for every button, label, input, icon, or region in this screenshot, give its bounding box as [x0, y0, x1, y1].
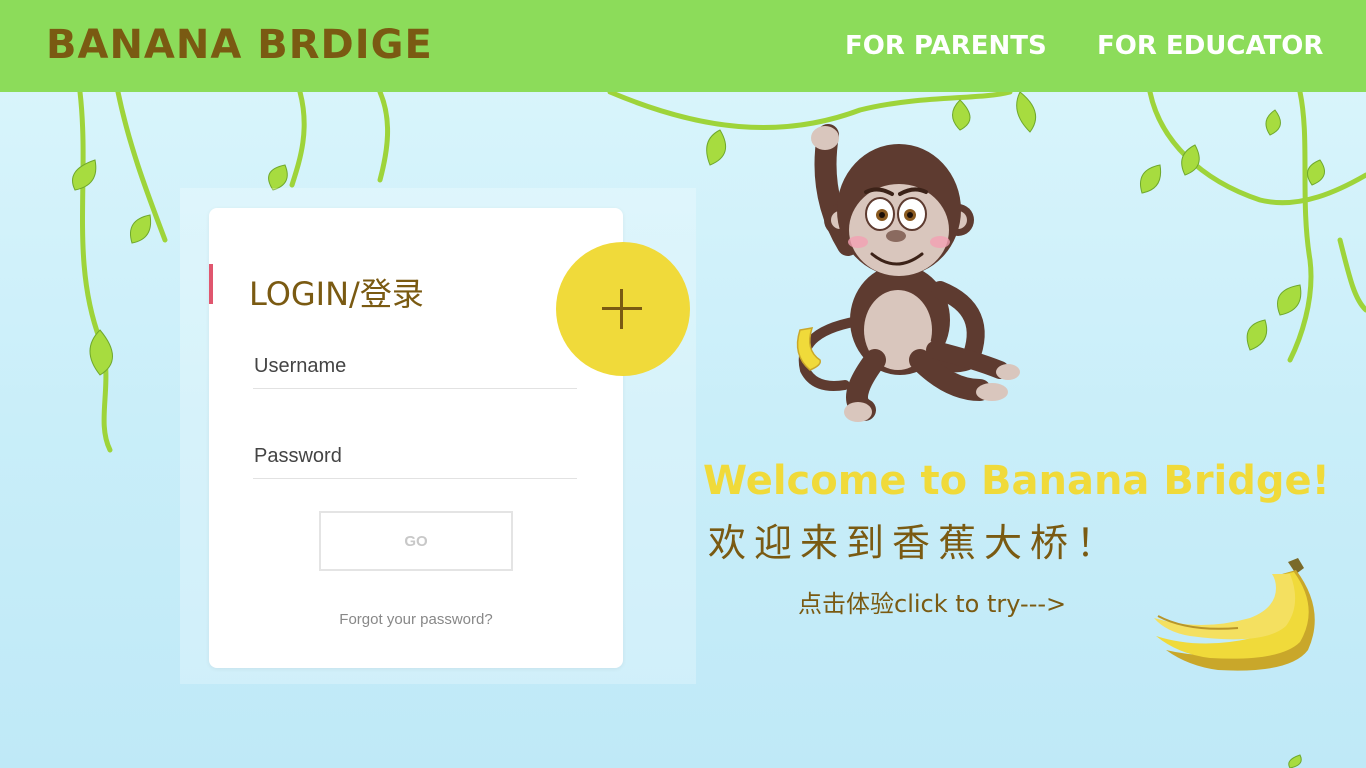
plus-icon[interactable] — [556, 242, 690, 376]
monkey-illustration — [796, 124, 1020, 422]
brand-logo[interactable]: BANANA BRDIGE — [46, 20, 433, 70]
login-title: LOGIN/登录 — [249, 275, 424, 313]
username-field — [253, 348, 578, 389]
go-button[interactable]: GO — [319, 511, 513, 571]
forgot-password-link[interactable]: Forgot your password? — [209, 611, 623, 628]
click-to-try-link[interactable]: 点击体验click to try---> — [798, 586, 1066, 622]
password-field — [253, 438, 578, 479]
top-header: BANANA BRDIGE FOR PARENTS FOR EDUCATOR — [0, 0, 1366, 92]
login-accent-bar — [209, 264, 213, 304]
login-card: LOGIN/登录 GO Forgot your password? — [209, 208, 623, 668]
username-input[interactable] — [253, 348, 578, 384]
welcome-heading-chinese: 欢迎来到香蕉大桥！ — [708, 521, 1123, 565]
nav-for-parents[interactable]: FOR PARENTS — [845, 28, 1047, 64]
password-input[interactable] — [253, 438, 578, 474]
banana-bunch-icon[interactable] — [1150, 556, 1322, 672]
nav-for-educator[interactable]: FOR EDUCATOR — [1097, 28, 1323, 64]
welcome-heading-english: Welcome to Banana Bridge! — [703, 458, 1330, 504]
